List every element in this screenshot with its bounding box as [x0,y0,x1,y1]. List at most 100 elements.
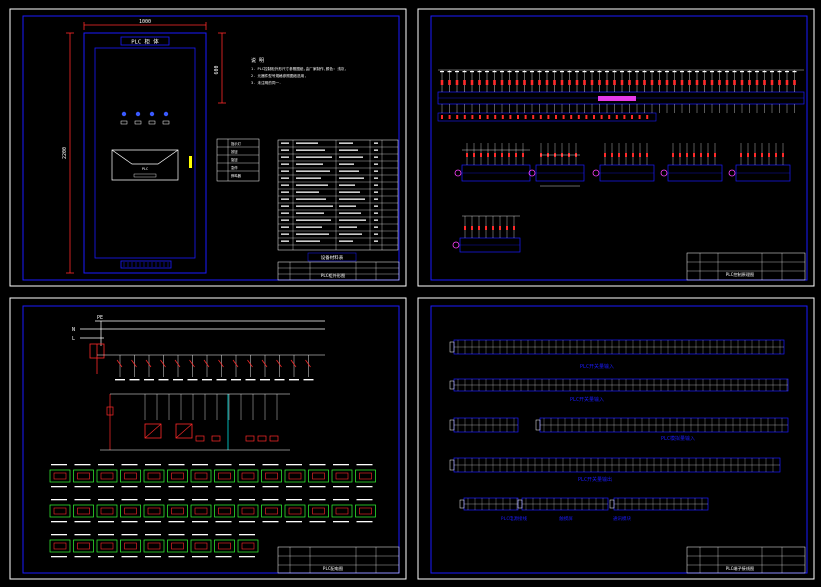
breaker-symbol [632,153,634,157]
wire-label [590,71,594,73]
breaker-symbol [679,153,681,157]
table-cell-mark [374,177,378,179]
breaker-symbol [688,80,691,85]
breaker-symbol [508,153,510,157]
terminal-label [192,534,208,536]
table-cell-mark [339,142,353,144]
breaker-symbol [463,80,466,85]
breaker-symbol [639,153,641,157]
breaker-symbol [628,80,631,85]
caption-5: PLC电源接线 [501,515,528,522]
wire-label [515,71,519,73]
breaker-symbol [695,80,699,85]
terminal-label [192,521,208,523]
breaker-symbol [700,153,702,157]
table-cell-mark [339,219,366,221]
wire-label [680,71,684,73]
table-cell-mark [281,170,289,172]
fuse-symbol [517,115,519,119]
breaker-symbol [500,80,504,85]
table-cell-mark [339,177,364,179]
terminal-label [192,486,208,488]
fuse-symbol [608,115,611,119]
pe-label: PE [97,315,103,321]
breaker-symbol [470,80,474,85]
branch-label [144,379,154,381]
wire-label [687,71,692,73]
breaker-symbol [598,80,601,85]
table-cell-mark [281,233,289,235]
breaker-symbol [448,80,451,85]
breaker-symbol [487,153,489,157]
terminal-label [192,464,208,466]
legend-row-5: 蜂鸣器 [231,173,242,178]
terminal-label [121,534,138,536]
breaker-symbol [590,80,594,85]
table-cell-mark [339,149,358,151]
breaker-symbol [485,226,487,230]
breaker-symbol [754,153,756,157]
wire-label [530,71,534,73]
table-cell-mark [296,205,333,207]
terminal-label [51,499,67,501]
breaker-symbol [492,226,494,230]
terminal-label [262,521,279,523]
branch-label [187,379,198,381]
breaker-symbol [770,80,774,85]
terminal-label [74,499,91,501]
branch-label [173,379,183,381]
legend-row-3: 旋钮 [231,157,238,162]
wire-label [620,71,624,73]
title-block-name: PLC端子接线图 [726,565,755,572]
fuse-symbol [509,115,512,119]
wire-label [597,71,602,73]
breaker-symbol [471,226,473,230]
fuse-symbol [615,115,618,119]
note-line-1: 1. PLC控制柜外形尺寸参照图纸,由厂家制作,颜色: 浅灰, [251,66,347,71]
wire-label [732,71,737,73]
fuse-symbol [463,115,466,119]
plc-screen-label: PLC [142,167,148,171]
terminal-label [145,534,161,536]
title-block-name: PLC配电图 [323,565,343,572]
table-cell-mark [296,212,324,214]
legend-row-4: 急停 [231,165,238,170]
terminal-label [98,521,114,523]
terminal-label [286,464,302,466]
wire-label [762,71,767,73]
breaker-symbol [501,153,503,157]
terminal-label [168,521,185,523]
terminal-label [215,486,232,488]
terminal-label [145,486,161,488]
breaker-symbol [625,153,627,157]
fuse-symbol [547,115,550,119]
dim-side-label: 600 [214,65,220,74]
breaker-symbol [748,80,751,85]
wire-label [552,71,557,73]
breaker-symbol [480,153,482,157]
wire-label [522,71,527,73]
breaker-symbol [718,80,721,85]
breaker-symbol [680,80,684,85]
caption-3: PLC模拟量输入 [661,435,695,442]
breaker-symbol [568,80,571,85]
terminal-label [98,556,114,558]
breaker-symbol [782,153,784,157]
terminal-label [239,499,255,501]
fuse-symbol [600,115,603,119]
fuse-symbol [539,115,542,119]
terminal-label [215,521,232,523]
table-cell-mark [281,205,289,207]
terminal-label [168,556,185,558]
branch-label [202,379,212,381]
breaker-symbol [635,80,639,85]
breaker-symbol [494,153,496,157]
wire-label [470,71,474,73]
fuse-symbol [555,115,557,119]
table-cell-mark [339,198,365,200]
breaker-symbol [513,226,515,230]
terminal-label [356,464,373,466]
terminal-label [168,534,185,536]
wire-label [747,71,752,73]
fuse-symbol [486,115,489,119]
